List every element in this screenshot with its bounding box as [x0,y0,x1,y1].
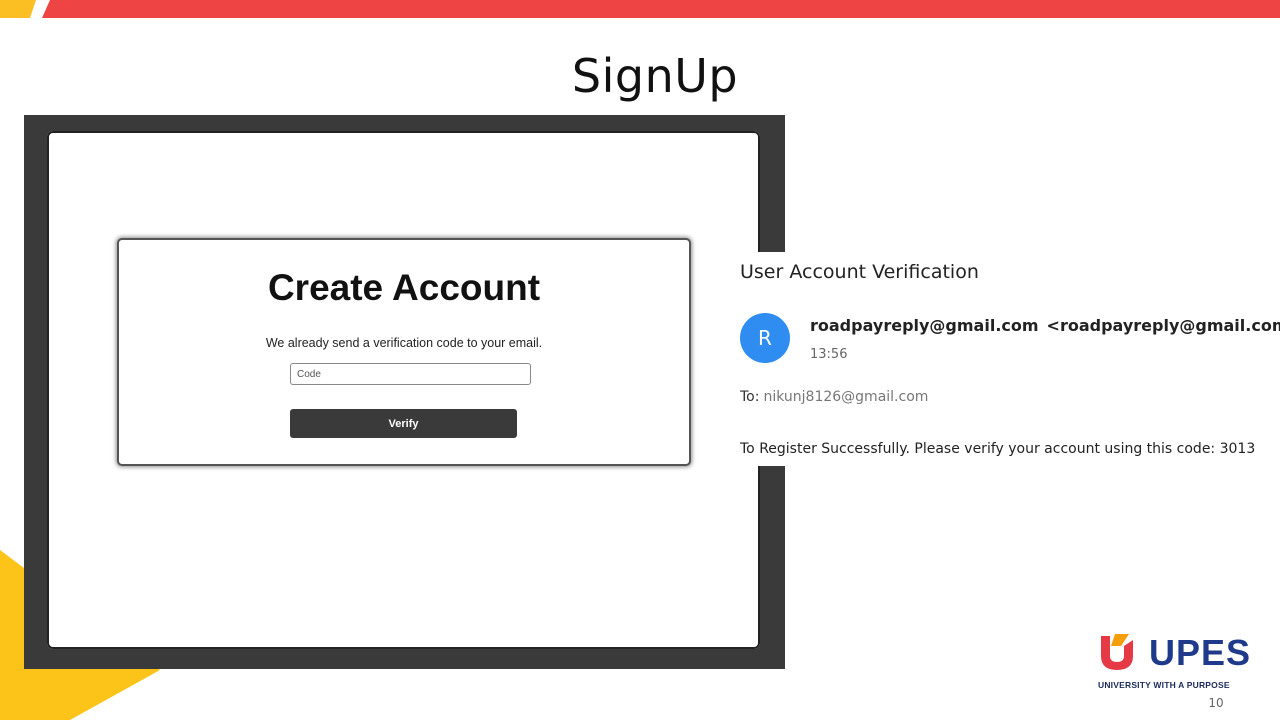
browser-window: Create Account We already send a verific… [47,131,760,649]
create-account-heading: Create Account [267,267,541,308]
email-panel: User Account Verification R roadpayreply… [731,252,1280,466]
screenshot-frame: Create Account We already send a verific… [24,115,785,669]
logo-tagline: UNIVERSITY WITH A PURPOSE [1098,680,1230,690]
verification-message: We already send a verification code to y… [265,336,543,350]
signup-card: Create Account We already send a verific… [117,238,691,466]
slide: SignUp Create Account We already send a … [0,0,1280,720]
email-subject: User Account Verification [740,261,979,283]
upes-shield-icon [1101,634,1133,670]
sender-address: <roadpayreply@gmail.com> [1046,316,1280,335]
recipient-line: To: nikunj8126@gmail.com [740,389,928,405]
to-label: To: [740,389,760,405]
email-timestamp: 13:56 [810,347,848,362]
page-number: 10 [1208,696,1224,710]
sender-line: roadpayreply@gmail.com <roadpayreply@gmai… [810,316,1280,335]
recipient-address: nikunj8126@gmail.com [763,389,929,405]
email-body: To Register Successfully. Please verify … [740,441,1256,457]
verification-code-input[interactable] [290,363,531,385]
verify-button[interactable]: Verify [290,409,517,438]
sender-name: roadpayreply@gmail.com [810,316,1039,335]
slide-title: SignUp [571,49,739,103]
upes-logo: UPES UNIVERSITY WITH A PURPOSE [1097,630,1252,692]
logo-wordmark: UPES [1149,632,1252,673]
top-accent-bar [0,0,1280,18]
sender-avatar: R [740,313,790,363]
